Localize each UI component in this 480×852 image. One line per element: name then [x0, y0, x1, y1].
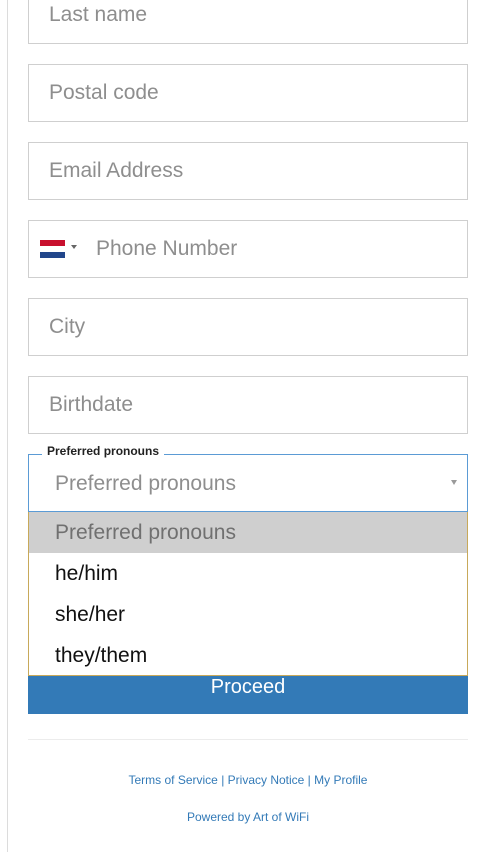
divider — [28, 739, 468, 740]
proceed-button[interactable]: Proceed — [28, 676, 468, 714]
phone-field[interactable]: Phone Number — [28, 220, 468, 278]
chevron-down-icon — [451, 480, 457, 485]
netherlands-flag-icon[interactable] — [40, 240, 65, 258]
footer-links: Terms of Service | Privacy Notice | My P… — [28, 772, 468, 788]
last-name-placeholder: Last name — [49, 3, 148, 26]
last-name-field[interactable]: Last name — [28, 0, 468, 44]
birthdate-field[interactable]: Birthdate — [28, 376, 468, 434]
option-they-them[interactable]: they/them — [29, 635, 467, 676]
phone-placeholder: Phone Number — [96, 237, 238, 260]
profile-link[interactable]: My Profile — [314, 773, 367, 787]
option-she-her[interactable]: she/her — [29, 594, 467, 635]
pronouns-select-value: Preferred pronouns — [55, 472, 236, 495]
terms-link[interactable]: Terms of Service — [129, 773, 218, 787]
option-he-him[interactable]: he/him — [29, 553, 467, 594]
privacy-link[interactable]: Privacy Notice — [228, 773, 305, 787]
pronouns-select[interactable]: Preferred pronouns — [28, 454, 468, 512]
left-border — [7, 0, 8, 852]
email-field[interactable]: Email Address — [28, 142, 468, 200]
city-placeholder: City — [49, 315, 86, 338]
pronouns-legend: Preferred pronouns — [42, 444, 165, 458]
birthdate-placeholder: Birthdate — [49, 393, 134, 416]
separator: | — [217, 773, 228, 787]
option-preferred-pronouns[interactable]: Preferred pronouns — [29, 512, 467, 553]
postal-code-field[interactable]: Postal code — [28, 64, 468, 122]
pronouns-options-list[interactable]: Preferred pronouns he/him she/her they/t… — [28, 512, 468, 676]
email-placeholder: Email Address — [49, 159, 184, 182]
chevron-down-icon[interactable] — [71, 245, 77, 249]
separator: | — [304, 773, 315, 787]
postal-code-placeholder: Postal code — [49, 81, 159, 104]
city-field[interactable]: City — [28, 298, 468, 356]
powered-by-link[interactable]: Powered by Art of WiFi — [28, 809, 468, 825]
